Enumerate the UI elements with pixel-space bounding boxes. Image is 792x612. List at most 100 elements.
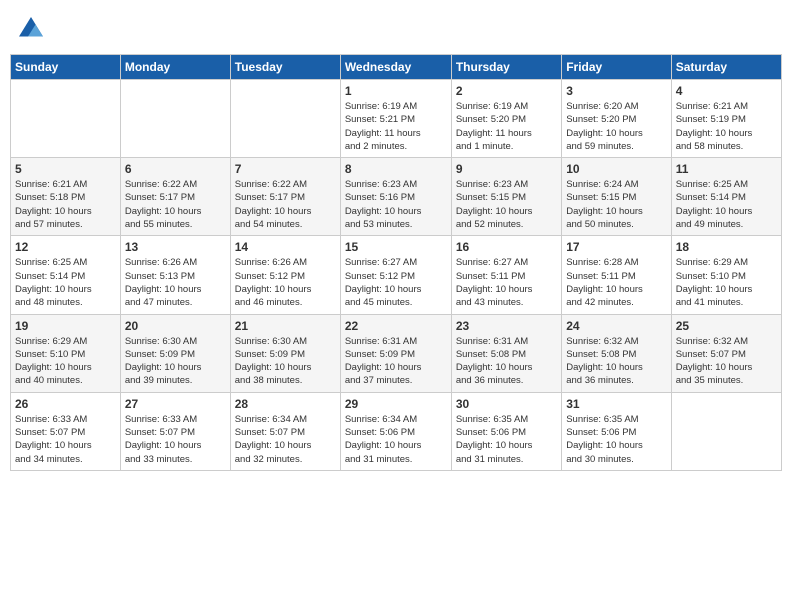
day-header-thursday: Thursday xyxy=(451,55,561,80)
calendar-cell: 17Sunrise: 6:28 AMSunset: 5:11 PMDayligh… xyxy=(562,236,671,314)
day-info: Sunrise: 6:25 AMSunset: 5:14 PMDaylight:… xyxy=(676,178,777,231)
calendar-cell: 7Sunrise: 6:22 AMSunset: 5:17 PMDaylight… xyxy=(230,158,340,236)
week-row-2: 5Sunrise: 6:21 AMSunset: 5:18 PMDaylight… xyxy=(11,158,782,236)
calendar-cell: 29Sunrise: 6:34 AMSunset: 5:06 PMDayligh… xyxy=(340,392,451,470)
calendar-header-row: SundayMondayTuesdayWednesdayThursdayFrid… xyxy=(11,55,782,80)
calendar-cell: 19 Sunrise: 6:29 AMSunset: 5:10 PMDayligh… xyxy=(11,314,121,392)
calendar-cell: 27 Sunrise: 6:33 AMSunset: 5:07 PMDayligh… xyxy=(120,392,230,470)
day-info: Sunrise: 6:19 AMSunset: 5:21 PMDaylight:… xyxy=(345,100,447,153)
day-number: 19 xyxy=(15,319,116,333)
week-row-4: 19 Sunrise: 6:29 AMSunset: 5:10 PMDayligh… xyxy=(11,314,782,392)
calendar-cell: 14 Sunrise: 6:26 AMSunset: 5:12 PMDayligh… xyxy=(230,236,340,314)
logo xyxy=(16,14,50,44)
day-number: 30 xyxy=(456,397,557,411)
day-info: Sunrise: 6:34 AMSunset: 5:07 PMDaylight:… xyxy=(235,413,336,466)
calendar-cell: 22 Sunrise: 6:31 AMSunset: 5:09 PMDayligh… xyxy=(340,314,451,392)
calendar-cell: 31 Sunrise: 6:35 AMSunset: 5:06 PMDayligh… xyxy=(562,392,671,470)
week-row-1: 1 Sunrise: 6:19 AMSunset: 5:21 PMDaylight… xyxy=(11,80,782,158)
day-info: Sunrise: 6:21 AMSunset: 5:18 PMDaylight:… xyxy=(15,178,116,231)
day-info: Sunrise: 6:21 AMSunset: 5:19 PMDaylight:… xyxy=(676,100,777,153)
day-info: Sunrise: 6:31 AMSunset: 5:09 PMDaylight:… xyxy=(345,335,447,388)
day-info: Sunrise: 6:35 AMSunset: 5:06 PMDaylight:… xyxy=(566,413,666,466)
calendar-cell: 18 Sunrise: 6:29 AMSunset: 5:10 PMDayligh… xyxy=(671,236,781,314)
day-number: 8 xyxy=(345,162,447,176)
calendar-cell: 10 Sunrise: 6:24 AMSunset: 5:15 PMDayligh… xyxy=(562,158,671,236)
day-info: Sunrise: 6:29 AMSunset: 5:10 PMDaylight:… xyxy=(676,256,777,309)
calendar-cell xyxy=(230,80,340,158)
calendar-cell: 21 Sunrise: 6:30 AMSunset: 5:09 PMDayligh… xyxy=(230,314,340,392)
calendar-cell xyxy=(671,392,781,470)
day-info: Sunrise: 6:24 AMSunset: 5:15 PMDaylight:… xyxy=(566,178,666,231)
calendar-cell: 6 Sunrise: 6:22 AMSunset: 5:17 PMDaylight… xyxy=(120,158,230,236)
day-number: 23 xyxy=(456,319,557,333)
day-info: Sunrise: 6:26 AMSunset: 5:13 PMDaylight:… xyxy=(125,256,226,309)
calendar-cell: 24 Sunrise: 6:32 AMSunset: 5:08 PMDayligh… xyxy=(562,314,671,392)
day-number: 16 xyxy=(456,240,557,254)
day-info: Sunrise: 6:32 AMSunset: 5:08 PMDaylight:… xyxy=(566,335,666,388)
week-row-5: 26 Sunrise: 6:33 AMSunset: 5:07 PMDayligh… xyxy=(11,392,782,470)
day-number: 27 xyxy=(125,397,226,411)
day-info: Sunrise: 6:22 AMSunset: 5:17 PMDaylight:… xyxy=(235,178,336,231)
day-number: 22 xyxy=(345,319,447,333)
calendar-cell: 11 Sunrise: 6:25 AMSunset: 5:14 PMDayligh… xyxy=(671,158,781,236)
day-info: Sunrise: 6:34 AMSunset: 5:06 PMDaylight:… xyxy=(345,413,447,466)
day-number: 25 xyxy=(676,319,777,333)
calendar-cell: 5Sunrise: 6:21 AMSunset: 5:18 PMDaylight… xyxy=(11,158,121,236)
calendar-cell: 12 Sunrise: 6:25 AMSunset: 5:14 PMDayligh… xyxy=(11,236,121,314)
day-info: Sunrise: 6:25 AMSunset: 5:14 PMDaylight:… xyxy=(15,256,116,309)
calendar-cell: 9 Sunrise: 6:23 AMSunset: 5:15 PMDaylight… xyxy=(451,158,561,236)
day-number: 21 xyxy=(235,319,336,333)
day-number: 1 xyxy=(345,84,447,98)
day-number: 3 xyxy=(566,84,666,98)
day-number: 24 xyxy=(566,319,666,333)
calendar-cell: 30 Sunrise: 6:35 AMSunset: 5:06 PMDayligh… xyxy=(451,392,561,470)
calendar-cell: 20 Sunrise: 6:30 AMSunset: 5:09 PMDayligh… xyxy=(120,314,230,392)
day-number: 28 xyxy=(235,397,336,411)
calendar-cell: 1 Sunrise: 6:19 AMSunset: 5:21 PMDaylight… xyxy=(340,80,451,158)
day-number: 18 xyxy=(676,240,777,254)
day-number: 26 xyxy=(15,397,116,411)
day-number: 11 xyxy=(676,162,777,176)
calendar-cell xyxy=(120,80,230,158)
day-info: Sunrise: 6:27 AMSunset: 5:12 PMDaylight:… xyxy=(345,256,447,309)
day-info: Sunrise: 6:29 AMSunset: 5:10 PMDaylight:… xyxy=(15,335,116,388)
calendar-cell: 13 Sunrise: 6:26 AMSunset: 5:13 PMDayligh… xyxy=(120,236,230,314)
day-number: 10 xyxy=(566,162,666,176)
day-info: Sunrise: 6:19 AMSunset: 5:20 PMDaylight:… xyxy=(456,100,557,153)
calendar-cell xyxy=(11,80,121,158)
day-info: Sunrise: 6:22 AMSunset: 5:17 PMDaylight:… xyxy=(125,178,226,231)
day-info: Sunrise: 6:28 AMSunset: 5:11 PMDaylight:… xyxy=(566,256,666,309)
calendar-table: SundayMondayTuesdayWednesdayThursdayFrid… xyxy=(10,54,782,471)
day-number: 14 xyxy=(235,240,336,254)
day-number: 6 xyxy=(125,162,226,176)
calendar-cell: 23Sunrise: 6:31 AMSunset: 5:08 PMDayligh… xyxy=(451,314,561,392)
day-info: Sunrise: 6:33 AMSunset: 5:07 PMDaylight:… xyxy=(125,413,226,466)
day-header-wednesday: Wednesday xyxy=(340,55,451,80)
day-header-tuesday: Tuesday xyxy=(230,55,340,80)
day-number: 9 xyxy=(456,162,557,176)
calendar-cell: 8 Sunrise: 6:23 AMSunset: 5:16 PMDaylight… xyxy=(340,158,451,236)
day-info: Sunrise: 6:30 AMSunset: 5:09 PMDaylight:… xyxy=(235,335,336,388)
day-number: 15 xyxy=(345,240,447,254)
calendar-cell: 3Sunrise: 6:20 AMSunset: 5:20 PMDaylight… xyxy=(562,80,671,158)
calendar-cell: 2 Sunrise: 6:19 AMSunset: 5:20 PMDaylight… xyxy=(451,80,561,158)
day-number: 13 xyxy=(125,240,226,254)
day-info: Sunrise: 6:23 AMSunset: 5:16 PMDaylight:… xyxy=(345,178,447,231)
day-number: 4 xyxy=(676,84,777,98)
day-number: 12 xyxy=(15,240,116,254)
calendar-cell: 28 Sunrise: 6:34 AMSunset: 5:07 PMDayligh… xyxy=(230,392,340,470)
day-number: 2 xyxy=(456,84,557,98)
day-header-monday: Monday xyxy=(120,55,230,80)
week-row-3: 12 Sunrise: 6:25 AMSunset: 5:14 PMDayligh… xyxy=(11,236,782,314)
calendar-cell: 16Sunrise: 6:27 AMSunset: 5:11 PMDayligh… xyxy=(451,236,561,314)
day-info: Sunrise: 6:26 AMSunset: 5:12 PMDaylight:… xyxy=(235,256,336,309)
calendar-cell: 26Sunrise: 6:33 AMSunset: 5:07 PMDayligh… xyxy=(11,392,121,470)
day-info: Sunrise: 6:30 AMSunset: 5:09 PMDaylight:… xyxy=(125,335,226,388)
day-number: 31 xyxy=(566,397,666,411)
day-info: Sunrise: 6:35 AMSunset: 5:06 PMDaylight:… xyxy=(456,413,557,466)
page-header xyxy=(10,10,782,48)
day-number: 20 xyxy=(125,319,226,333)
day-header-saturday: Saturday xyxy=(671,55,781,80)
calendar-cell: 25Sunrise: 6:32 AMSunset: 5:07 PMDayligh… xyxy=(671,314,781,392)
day-info: Sunrise: 6:23 AMSunset: 5:15 PMDaylight:… xyxy=(456,178,557,231)
